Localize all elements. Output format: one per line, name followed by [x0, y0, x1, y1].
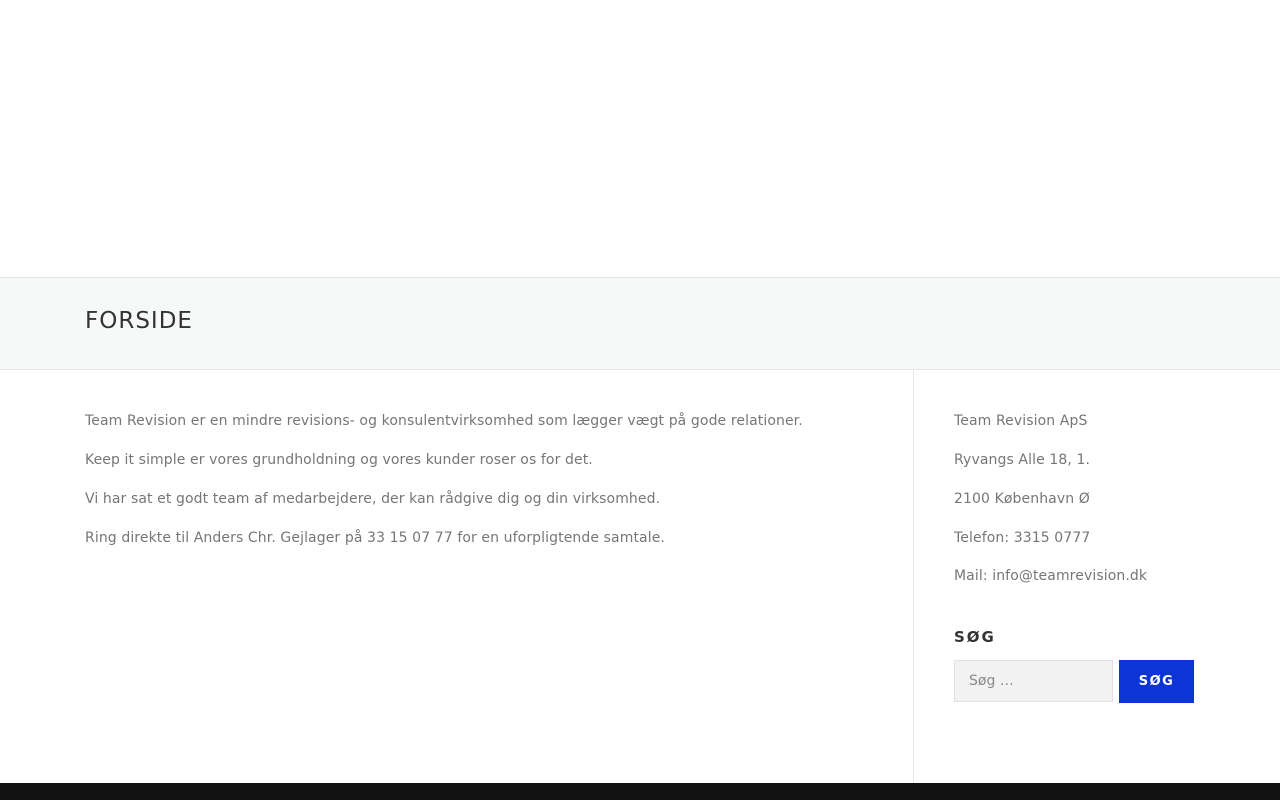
- main-content: Team Revision er en mindre revisions- og…: [0, 370, 914, 783]
- mail-info: Mail: info@teamrevision.dk: [954, 568, 1148, 584]
- address-street: Ryvangs Alle 18, 1.: [954, 452, 1091, 468]
- site-header: [0, 0, 1280, 277]
- sidebar: Team Revision ApS Ryvangs Alle 18, 1. 21…: [915, 370, 1280, 783]
- page-title: FORSIDE: [85, 308, 193, 334]
- search-input[interactable]: [954, 660, 1113, 702]
- intro-paragraph: Team Revision er en mindre revisions- og…: [85, 413, 803, 429]
- team-paragraph: Vi har sat et godt team af medarbejdere,…: [85, 491, 661, 507]
- page-title-bar: FORSIDE: [0, 277, 1280, 370]
- contact-call-paragraph: Ring direkte til Anders Chr. Gejlager på…: [85, 530, 665, 546]
- search-widget-title: SØG: [954, 628, 996, 646]
- search-button[interactable]: SØG: [1119, 660, 1194, 703]
- philosophy-paragraph: Keep it simple er vores grundholdning og…: [85, 452, 593, 468]
- address-city: 2100 København Ø: [954, 491, 1090, 507]
- site-footer: [0, 783, 1280, 800]
- phone-info: Telefon: 3315 0777: [954, 530, 1091, 546]
- company-name: Team Revision ApS: [954, 413, 1088, 429]
